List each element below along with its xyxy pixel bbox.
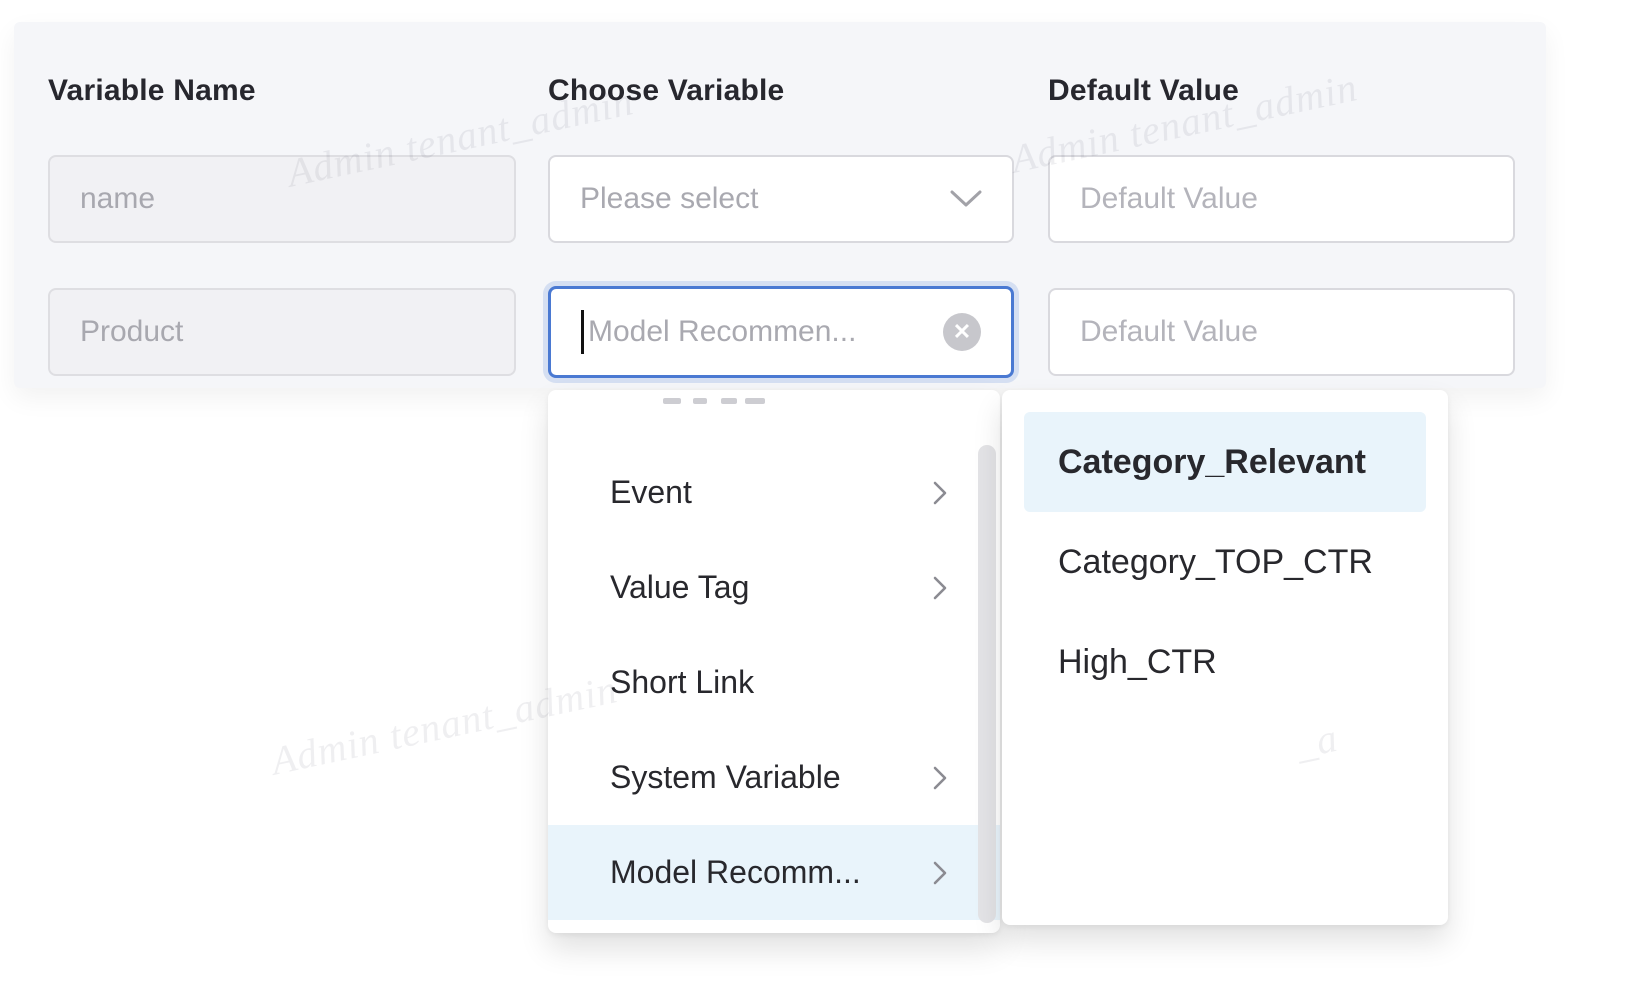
chevron-right-icon — [932, 575, 948, 601]
variable-name-input-row2[interactable] — [48, 288, 516, 376]
menu-item-label: Event — [610, 474, 932, 511]
default-value-input-row1[interactable] — [1048, 155, 1515, 243]
column-header-choose-variable: Choose Variable — [548, 74, 784, 108]
text-cursor — [581, 310, 584, 354]
scrolled-item-fragment — [745, 398, 765, 404]
menu-item-label: Model Recomm... — [610, 854, 932, 891]
clear-selection-icon[interactable]: ✕ — [943, 313, 981, 351]
variable-name-input-row1[interactable] — [48, 155, 516, 243]
select-placeholder: Model Recommen... — [588, 315, 933, 349]
select-placeholder: Please select — [580, 182, 938, 216]
model-recommendation-submenu: Category_Relevant Category_TOP_CTR High_… — [1002, 390, 1448, 925]
menu-item-value-tag[interactable]: Value Tag — [548, 540, 1000, 635]
chevron-right-icon — [932, 480, 948, 506]
submenu-item-category-relevant[interactable]: Category_Relevant — [1024, 412, 1426, 512]
choose-variable-select-row1[interactable]: Please select — [548, 155, 1014, 243]
chevron-down-icon — [950, 190, 982, 208]
scrolled-item-fragment — [663, 398, 681, 404]
choose-variable-select-row2-focused[interactable]: Model Recommen... ✕ — [548, 286, 1014, 378]
scrolled-item-fragment — [693, 398, 707, 404]
column-header-variable-name: Variable Name — [48, 74, 256, 108]
menu-item-system-variable[interactable]: System Variable — [548, 730, 1000, 825]
menu-item-model-recommendation[interactable]: Model Recomm... — [548, 825, 1000, 920]
menu-item-label: Value Tag — [610, 569, 932, 606]
menu-item-short-link[interactable]: Short Link — [548, 635, 1000, 730]
dropdown-scrollbar[interactable] — [978, 445, 996, 923]
default-value-input-row2[interactable] — [1048, 288, 1515, 376]
chevron-right-icon — [932, 765, 948, 791]
variable-form-panel: Variable Name Choose Variable Default Va… — [14, 22, 1546, 388]
submenu-item-category-top-ctr[interactable]: Category_TOP_CTR — [1024, 512, 1426, 612]
scrolled-item-fragment — [721, 398, 737, 404]
submenu-item-high-ctr[interactable]: High_CTR — [1024, 612, 1426, 712]
menu-item-label: Short Link — [610, 664, 948, 701]
menu-item-label: System Variable — [610, 759, 932, 796]
menu-item-event[interactable]: Event — [548, 445, 1000, 540]
variable-type-dropdown: Event Value Tag Short Link System Variab… — [548, 390, 1000, 933]
chevron-right-icon — [932, 860, 948, 886]
column-header-default-value: Default Value — [1048, 74, 1239, 108]
variable-settings-screen: Variable Name Choose Variable Default Va… — [0, 0, 1642, 996]
